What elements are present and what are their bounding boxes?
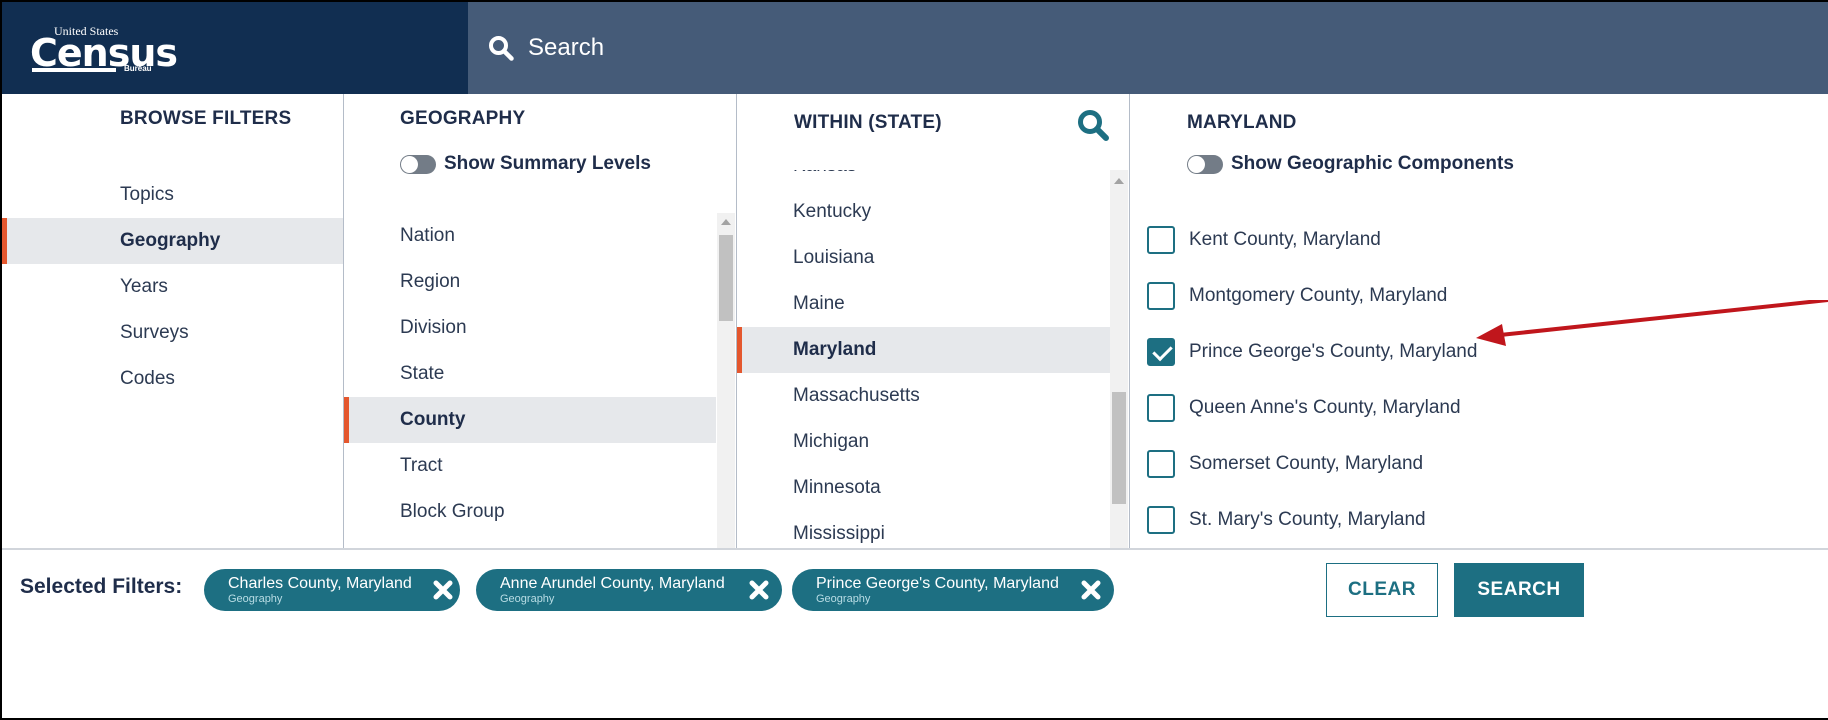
browse-item-geography[interactable]: Geography (2, 218, 343, 264)
state-item-michigan[interactable]: Michigan (737, 419, 1110, 465)
geography-item-county[interactable]: County (344, 397, 716, 443)
filter-chip[interactable]: Charles County, Maryland Geography (204, 569, 460, 611)
browse-filters-title: BROWSE FILTERS (120, 108, 292, 129)
remove-chip-close-icon[interactable] (748, 579, 770, 601)
logo-line-3: Bureau (124, 64, 152, 73)
state-item-mississippi[interactable]: Mississippi (737, 511, 1110, 548)
geographic-components-label: Show Geographic Components (1231, 153, 1514, 174)
county-label: Kent County, Maryland (1189, 229, 1381, 250)
scroll-up-arrow-icon[interactable] (721, 219, 731, 225)
state-search-icon[interactable] (1076, 108, 1110, 142)
county-label: Somerset County, Maryland (1189, 453, 1424, 474)
county-item-montgomery[interactable]: Montgomery County, Maryland (1147, 268, 1477, 324)
geography-item-division[interactable]: Division (344, 305, 716, 351)
county-item-somerset[interactable]: Somerset County, Maryland (1147, 436, 1477, 492)
filter-chip[interactable]: Anne Arundel County, Maryland Geography (476, 569, 782, 611)
state-item-maryland[interactable]: Maryland (737, 327, 1110, 373)
chip-name: Charles County, Maryland (228, 575, 412, 592)
remove-chip-close-icon[interactable] (1080, 579, 1102, 601)
remove-chip-close-icon[interactable] (432, 579, 454, 601)
logo-underline (32, 68, 116, 72)
state-scrollbar[interactable] (1110, 170, 1128, 548)
geographic-components-toggle[interactable] (1187, 154, 1223, 174)
clear-button[interactable]: CLEAR (1326, 563, 1438, 617)
toggle-knob (1188, 155, 1205, 173)
browse-item-years[interactable]: Years (2, 264, 343, 310)
search-bar[interactable]: Search (468, 2, 1828, 94)
chip-name: Anne Arundel County, Maryland (500, 575, 725, 592)
within-state-title: WITHIN (STATE) (794, 112, 942, 133)
chip-name: Prince George's County, Maryland (816, 575, 1059, 592)
search-icon (488, 35, 514, 61)
state-item-massachusetts[interactable]: Massachusetts (737, 373, 1110, 419)
county-checkbox[interactable] (1147, 226, 1175, 254)
geography-scrollbar[interactable] (717, 213, 735, 548)
summary-levels-toggle[interactable] (400, 154, 436, 174)
county-label: Montgomery County, Maryland (1189, 285, 1448, 306)
annotation-arrow-icon (1476, 300, 1828, 346)
geography-column: GEOGRAPHY Show Summary Levels Nation Reg… (344, 94, 737, 548)
maryland-title: MARYLAND (1187, 112, 1297, 133)
state-item-kentucky[interactable]: Kentucky (737, 189, 1110, 235)
summary-levels-toggle-row[interactable]: Show Summary Levels (400, 153, 651, 175)
browse-filters-column: BROWSE FILTERS Topics Geography Years Su… (2, 94, 344, 548)
scroll-up-arrow-icon[interactable] (1114, 178, 1124, 184)
geography-item-block-group[interactable]: Block Group (344, 489, 716, 535)
browse-item-surveys[interactable]: Surveys (2, 310, 343, 356)
scroll-thumb[interactable] (1112, 392, 1126, 504)
geographic-components-toggle-row[interactable]: Show Geographic Components (1187, 153, 1514, 175)
census-logo[interactable]: United States Census Bureau (30, 22, 178, 78)
geography-item-region[interactable]: Region (344, 259, 716, 305)
county-checkbox[interactable] (1147, 506, 1175, 534)
chip-type: Geography (500, 593, 555, 605)
selected-filters-label: Selected Filters: (20, 575, 183, 598)
county-item-queen-annes[interactable]: Queen Anne's County, Maryland (1147, 380, 1477, 436)
county-label: Prince George's County, Maryland (1189, 341, 1478, 362)
county-checkbox-checked[interactable] (1147, 338, 1175, 366)
county-item-st-marys[interactable]: St. Mary's County, Maryland (1147, 492, 1477, 548)
header: United States Census Bureau Search (2, 2, 1828, 94)
county-checkbox-list: Kent County, Maryland Montgomery County,… (1147, 212, 1477, 548)
state-item-louisiana[interactable]: Louisiana (737, 235, 1110, 281)
search-button[interactable]: SEARCH (1454, 563, 1584, 617)
geography-item-tract[interactable]: Tract (344, 443, 716, 489)
toggle-knob (401, 155, 418, 173)
county-checkbox[interactable] (1147, 450, 1175, 478)
browse-item-topics[interactable]: Topics (2, 172, 343, 218)
state-list-viewport: Kansas Kentucky Louisiana Maine Maryland… (737, 170, 1110, 548)
logo-area: United States Census Bureau (2, 2, 468, 94)
county-checkbox[interactable] (1147, 282, 1175, 310)
scroll-thumb[interactable] (719, 235, 733, 321)
state-item-kansas[interactable]: Kansas (737, 170, 1110, 189)
filter-chip[interactable]: Prince George's County, Maryland Geograp… (792, 569, 1114, 611)
geography-item-state[interactable]: State (344, 351, 716, 397)
county-label: St. Mary's County, Maryland (1189, 509, 1426, 530)
county-checkbox[interactable] (1147, 394, 1175, 422)
geography-list: Nation Region Division State County Trac… (344, 213, 716, 535)
geography-title: GEOGRAPHY (400, 108, 526, 129)
search-placeholder: Search (528, 34, 605, 61)
geography-item-nation[interactable]: Nation (344, 213, 716, 259)
within-state-column: WITHIN (STATE) Kansas Kentucky Louisiana… (737, 94, 1130, 548)
browse-item-codes[interactable]: Codes (2, 356, 343, 402)
state-list: Kansas Kentucky Louisiana Maine Maryland… (737, 170, 1110, 548)
county-label: Queen Anne's County, Maryland (1189, 397, 1461, 418)
chip-type: Geography (228, 593, 283, 605)
selected-filters-bar: Selected Filters: Charles County, Maryla… (2, 548, 1828, 718)
county-item-prince-georges[interactable]: Prince George's County, Maryland (1147, 324, 1477, 380)
county-item-kent[interactable]: Kent County, Maryland (1147, 212, 1477, 268)
browse-filters-list: Topics Geography Years Surveys Codes (2, 172, 343, 402)
summary-levels-label: Show Summary Levels (444, 153, 651, 174)
chip-type: Geography (816, 593, 871, 605)
state-item-minnesota[interactable]: Minnesota (737, 465, 1110, 511)
state-item-maine[interactable]: Maine (737, 281, 1110, 327)
